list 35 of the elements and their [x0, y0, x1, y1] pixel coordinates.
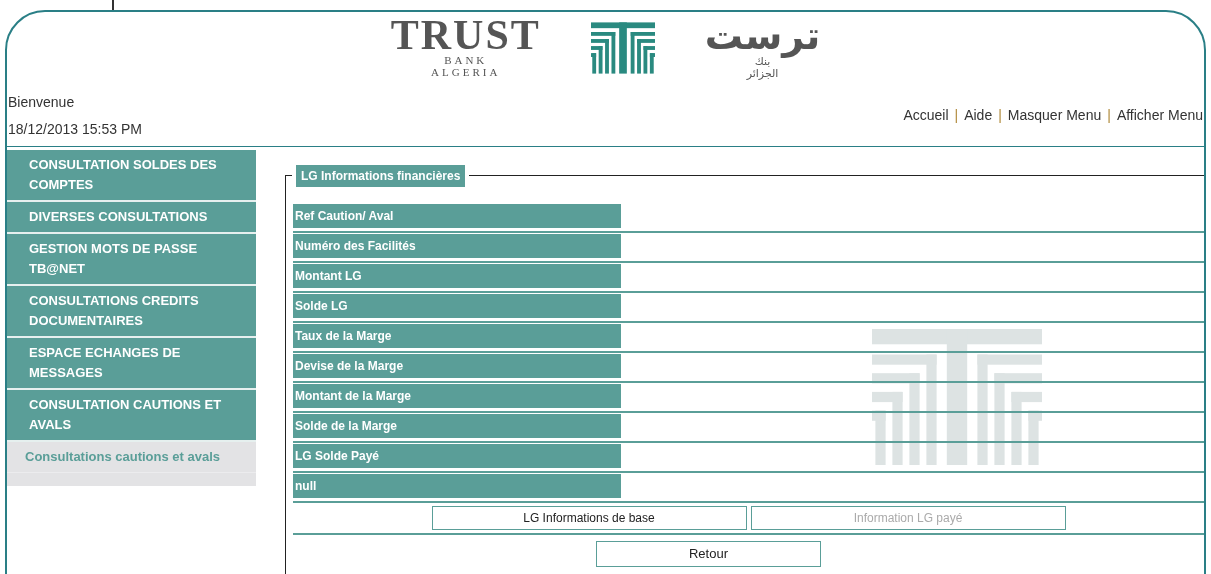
field-label: Devise de la Marge [293, 354, 621, 378]
logo-wordmark-arabic: ترست [704, 16, 821, 56]
link-separator: | [1107, 106, 1111, 125]
field-label: Taux de la Marge [293, 324, 621, 348]
sidebar-menu-item[interactable]: CONSULTATIONS CREDITS DOCUMENTAIRES [7, 286, 256, 338]
nav-link[interactable]: Afficher Menu [1116, 105, 1203, 126]
field-label: null [293, 474, 621, 498]
field-label: Montant LG [293, 264, 621, 288]
back-button[interactable]: Retour [596, 541, 821, 567]
logo-wordmark: TRUST [390, 16, 541, 54]
sidebar-menu-item[interactable]: DIVERSES CONSULTATIONS [7, 202, 256, 234]
link-separator: | [954, 106, 959, 125]
nav-link[interactable]: Accueil [903, 105, 949, 126]
link-separator: | [998, 106, 1002, 125]
date-time: 18/12/2013 15:53 PM [8, 120, 142, 139]
field-label: Ref Caution/ Aval [293, 204, 621, 228]
logo-subtitle: BANK [444, 54, 488, 66]
sidebar-submenu-item[interactable]: Consultations cautions et avals [7, 442, 256, 473]
field-label: Solde LG [293, 294, 621, 318]
sidebar-menu-item[interactable]: CONSULTATION SOLDES DES COMPTES [7, 150, 256, 202]
field-label: LG Solde Payé [293, 444, 621, 468]
nav-link[interactable]: Aide [964, 105, 993, 126]
sidebar-menu-item[interactable]: GESTION MOTS DE PASSE TB@NET [7, 234, 256, 286]
logo-subtitle-arabic: بنك [754, 56, 771, 68]
sidebar-menu-item[interactable]: ESPACE ECHANGES DE MESSAGES [7, 338, 256, 390]
nav-link[interactable]: Masquer Menu [1007, 105, 1102, 126]
logo-subtitle-arabic: الجزائر [746, 68, 779, 80]
welcome-text: Bienvenue [8, 93, 76, 112]
sidebar-menu-item[interactable]: CONSULTATION CAUTIONS ET AVALS [7, 390, 256, 442]
tab-button[interactable]: LG Informations de base [431, 506, 747, 530]
field-label: Numéro des Facilités [293, 234, 621, 258]
logo-subtitle: ALGERIA [431, 66, 501, 78]
field-label: Montant de la Marge [293, 384, 621, 408]
field-label: Solde de la Marge [293, 414, 621, 438]
logo-mark-icon [590, 22, 655, 74]
